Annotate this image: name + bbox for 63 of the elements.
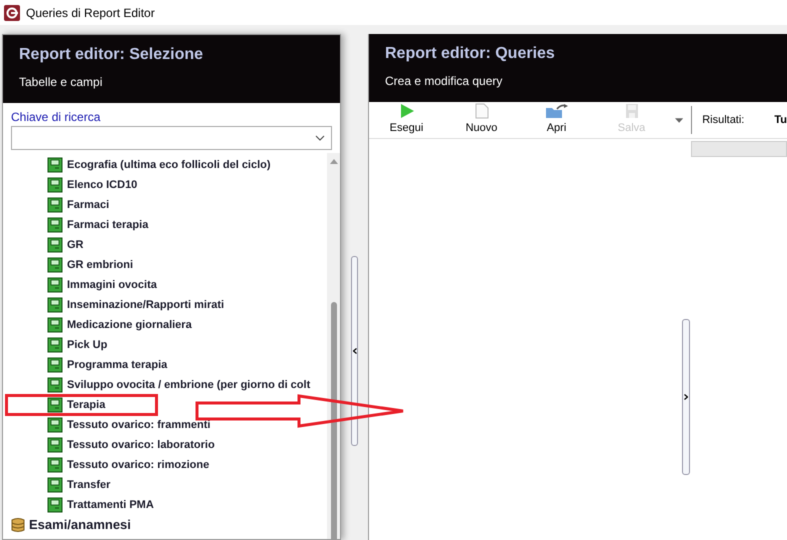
- tree-item[interactable]: Farmaci terapia: [6, 215, 157, 235]
- scroll-up-icon: [330, 159, 338, 164]
- tree-item[interactable]: Immagini ovocita: [6, 275, 159, 295]
- toolbar-button[interactable]: Nuovo: [444, 103, 519, 137]
- results-value: Tu: [774, 112, 787, 128]
- tree-item[interactable]: Tessuto ovarico: frammenti: [6, 415, 212, 435]
- chevron-left-icon: [352, 348, 356, 354]
- table-icon: [47, 397, 63, 413]
- table-icon: [47, 317, 63, 333]
- table-icon: [47, 237, 63, 253]
- splitter-handle[interactable]: [682, 319, 690, 475]
- table-icon: [47, 457, 63, 473]
- tree-item[interactable]: Trattamenti PMA: [6, 495, 157, 515]
- table-icon: [47, 277, 63, 293]
- panel-subtitle: Crea e modifica query: [385, 73, 504, 90]
- tree-item[interactable]: Tessuto ovarico: rimozione: [6, 455, 212, 475]
- tree-item[interactable]: GR: [6, 235, 157, 255]
- search-label: Chiave di ricerca: [11, 109, 102, 126]
- play-icon: [398, 103, 414, 120]
- table-icon: [47, 217, 63, 233]
- tree-item[interactable]: Terapia: [6, 395, 157, 415]
- folder-icon: [544, 103, 568, 120]
- tree-item[interactable]: Programma terapia: [6, 355, 170, 375]
- table-icon: [47, 197, 63, 213]
- table-icon: [47, 477, 63, 493]
- table-icon: [47, 297, 63, 313]
- tree-item[interactable]: GR embrioni: [6, 255, 157, 275]
- table-icon: [47, 337, 63, 353]
- tree-item[interactable]: Farmaci: [6, 195, 157, 215]
- document-icon: [474, 103, 488, 120]
- scrollbar-thumb[interactable]: [330, 302, 336, 539]
- panel-title: Report editor: Selezione: [19, 45, 204, 65]
- toolbar-button[interactable]: Esegui: [369, 103, 444, 137]
- tree-item[interactable]: Ecografia (ultima eco follicoli del ciclo): [6, 155, 273, 175]
- tree-item[interactable]: Transfer: [6, 475, 157, 495]
- tree-item[interactable]: Medicazione giornaliera: [6, 315, 194, 335]
- tree-item[interactable]: Sviluppo ovocita / embrione (per giorno di colt: [6, 375, 312, 395]
- tree-item[interactable]: Inseminazione/Rapporti mirati: [6, 295, 226, 315]
- tree-item[interactable]: Tessuto ovarico: laboratorio: [6, 435, 217, 455]
- database-icon: [11, 517, 25, 533]
- table-icon: [47, 257, 63, 273]
- table-icon: [47, 417, 63, 433]
- splitter-handle[interactable]: [351, 256, 358, 446]
- panel-subtitle: Tabelle e campi: [19, 74, 104, 91]
- app-logo-icon: [4, 4, 20, 20]
- table-icon: [47, 497, 63, 513]
- table-icon: [47, 437, 63, 453]
- tree-item[interactable]: Elenco ICD10: [6, 175, 157, 195]
- search-dropdown[interactable]: [11, 126, 332, 150]
- window-title: Queries di Report Editor: [26, 4, 155, 22]
- table-icon: [47, 177, 63, 193]
- scrollbar[interactable]: [327, 153, 340, 539]
- toolbar-button[interactable]: Apri: [519, 103, 594, 137]
- tree-item[interactable]: Esami/anamnesi: [6, 515, 157, 535]
- chevron-down-icon: [315, 135, 325, 141]
- table-icon: [47, 157, 63, 173]
- table-icon: [47, 357, 63, 373]
- results-label: Risultati:: [702, 112, 744, 128]
- panel-title: Report editor: Queries: [385, 44, 556, 64]
- dropdown-arrow-icon[interactable]: [675, 118, 684, 122]
- chevron-right-icon: [684, 394, 688, 400]
- tree-item[interactable]: Pick Up: [6, 335, 157, 355]
- table-icon: [47, 377, 63, 393]
